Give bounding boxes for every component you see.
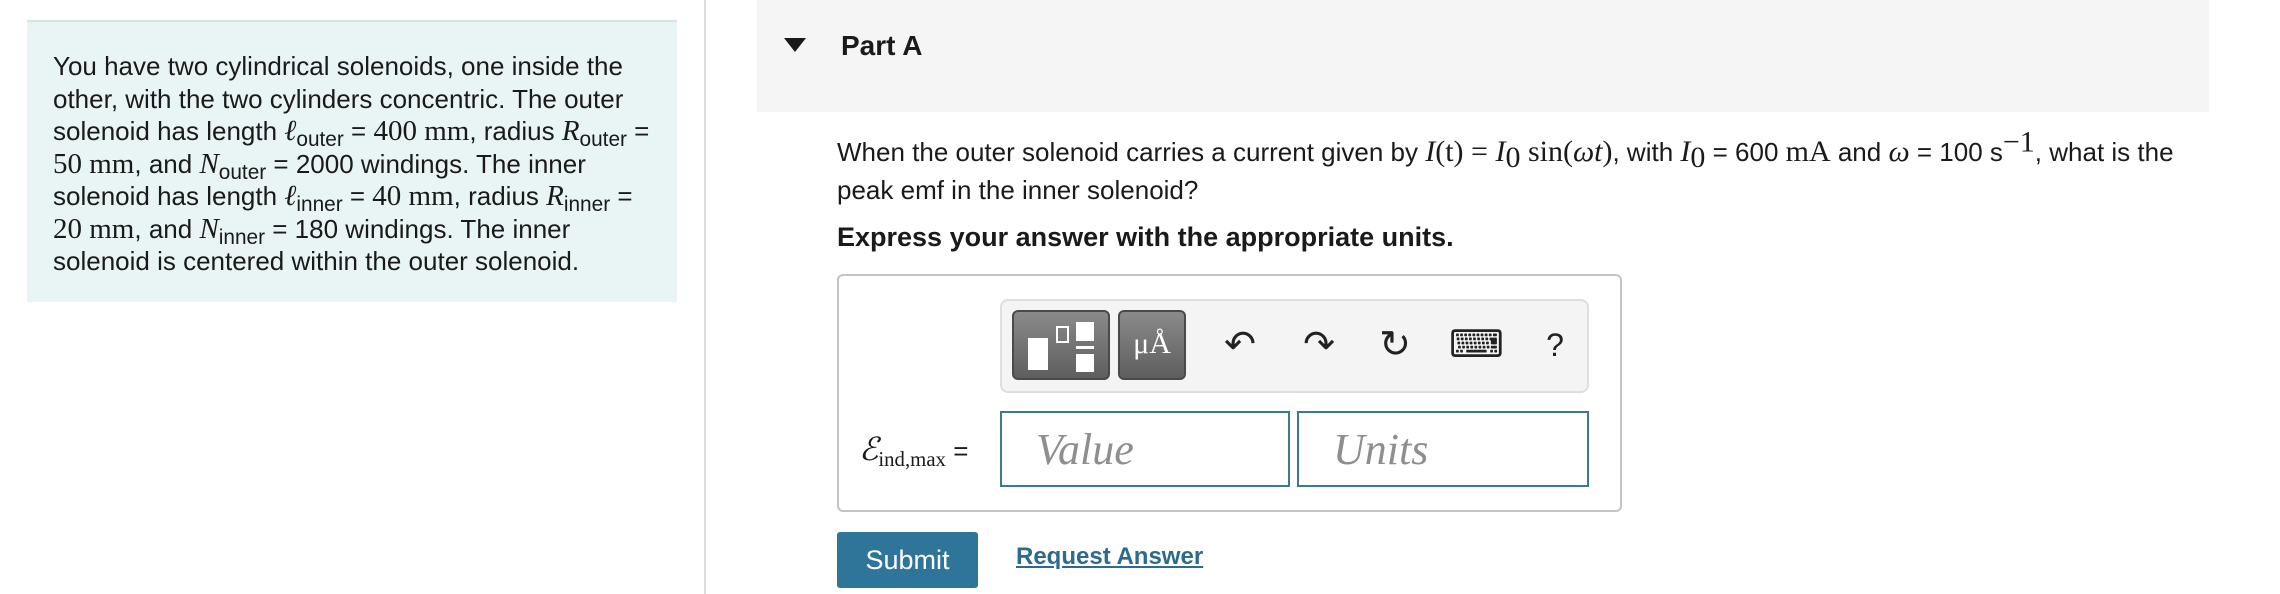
outer-radius-value: 50 mm	[53, 147, 135, 180]
units-input[interactable]	[1297, 411, 1589, 487]
question-text: When the outer solenoid carries a curren…	[837, 127, 2207, 209]
part-title: Part A	[841, 30, 923, 61]
emf-label: ℰind,max =	[859, 430, 969, 472]
amplitude-symbol: I	[1495, 135, 1506, 168]
amplitude-value: = 600	[1705, 137, 1786, 167]
panel-divider	[704, 0, 706, 594]
emf-equals: =	[945, 436, 969, 466]
fraction-numerator-icon	[1076, 322, 1094, 341]
outer-subscript: outer	[579, 128, 627, 152]
undo-icon[interactable]: ↶	[1220, 323, 1260, 367]
equals-sign: =	[342, 181, 373, 211]
amplitude-unit: mA	[1785, 135, 1831, 168]
templates-button[interactable]	[1012, 310, 1110, 380]
question-fragment: When the outer solenoid carries a curren…	[837, 137, 1426, 167]
submit-button[interactable]: Submit	[837, 532, 978, 588]
equals-sign: =	[266, 148, 296, 179]
inner-length-value: 40 mm	[372, 180, 454, 212]
inverse-exponent: −1	[2002, 125, 2035, 159]
problem-text: , radius	[469, 116, 562, 146]
inner-radius-value: 20 mm	[53, 212, 135, 245]
collapse-caret-icon[interactable]	[784, 38, 806, 52]
amplitude-subscript: 0	[1505, 141, 1521, 175]
equals-sign: =	[626, 116, 650, 146]
problem-text: , radius	[453, 181, 547, 211]
keyboard-icon[interactable]: ⌨	[1449, 323, 1504, 367]
units-button[interactable]: μÅ	[1118, 310, 1186, 380]
help-icon[interactable]: ?	[1535, 323, 1575, 367]
equals-sign: =	[265, 213, 295, 244]
value-input[interactable]	[1000, 411, 1290, 487]
fraction-bar-icon	[1076, 346, 1094, 349]
sine-function: sin(	[1520, 135, 1573, 168]
redo-icon[interactable]: ↷	[1299, 323, 1339, 367]
outer-length-value: 400 mm	[373, 115, 470, 147]
windings-symbol: N	[199, 212, 219, 245]
request-answer-link[interactable]: Request Answer	[1016, 543, 1203, 571]
radius-symbol: R	[561, 115, 580, 147]
question-fragment: and	[1830, 137, 1889, 167]
equals-sign: =	[343, 116, 374, 146]
answer-area: μÅ ↶ ↷ ↻ ⌨ ? ℰind,max =	[837, 274, 1622, 512]
question-fragment: , with	[1612, 137, 1681, 167]
omega-t: ωt	[1572, 135, 1603, 168]
omega-value: = 100 s	[1909, 137, 2003, 167]
problem-text: , and	[134, 148, 200, 179]
radius-symbol: R	[546, 180, 564, 212]
outer-windings-value: 2000	[295, 148, 354, 179]
math-toolbar: μÅ ↶ ↷ ↻ ⌨ ?	[1000, 299, 1589, 393]
reset-icon[interactable]: ↻	[1375, 323, 1415, 367]
template-block-icon	[1028, 338, 1048, 370]
problem-statement-panel: You have two cylindrical solenoids, one …	[27, 20, 677, 302]
emf-symbol: ℰ	[859, 431, 879, 467]
emf-subscript: ind,max	[878, 448, 946, 472]
omega-symbol: ω	[1888, 135, 1910, 168]
part-header[interactable]: Part A	[757, 0, 2209, 112]
amplitude-symbol: I	[1680, 135, 1691, 168]
length-symbol: ℓ	[284, 115, 297, 147]
time-argument: (t) =	[1435, 135, 1496, 168]
answer-instruction: Express your answer with the appropriate…	[837, 222, 1454, 252]
inner-subscript: inner	[563, 193, 611, 217]
equals-sign: =	[610, 181, 633, 211]
length-symbol: ℓ	[284, 180, 297, 212]
current-symbol: I	[1425, 135, 1436, 168]
problem-text: , and	[134, 213, 200, 244]
amplitude-subscript: 0	[1690, 141, 1706, 175]
windings-symbol: N	[199, 147, 219, 180]
fraction-denominator-icon	[1076, 354, 1094, 372]
close-paren: )	[1602, 135, 1613, 168]
inner-windings-value: 180	[294, 213, 339, 244]
template-box-icon	[1056, 326, 1069, 343]
